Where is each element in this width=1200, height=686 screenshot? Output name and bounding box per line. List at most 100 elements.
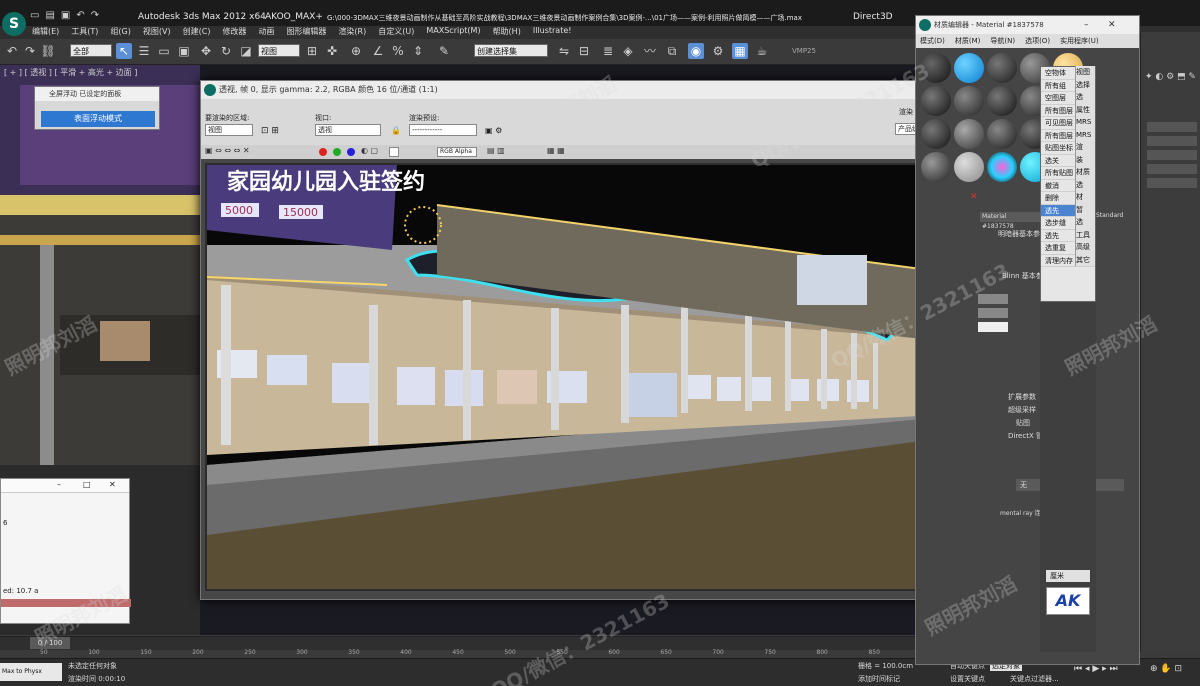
float-mode-button[interactable]: 表面浮动模式: [41, 111, 155, 127]
new-file-icon[interactable]: ▭: [30, 10, 39, 21]
align-icon[interactable]: ⊟: [576, 43, 592, 59]
menu-animation[interactable]: 动画: [258, 26, 274, 39]
menu-modifiers[interactable]: 修改器: [222, 26, 246, 39]
select-by-name-icon[interactable]: ☰: [136, 43, 152, 59]
save-image-icon[interactable]: ▣ ⇔ ⇔ ⇔ ✕: [205, 146, 250, 155]
menu-item[interactable]: 暂: [1076, 204, 1095, 217]
time-slider-handle[interactable]: 0 / 100: [30, 637, 70, 649]
menu-illustrate[interactable]: Illustrate!: [533, 26, 572, 39]
rendered-frame-icon[interactable]: ▦: [732, 43, 748, 59]
layer-manager-icon[interactable]: ≣: [600, 43, 616, 59]
blue-channel-icon[interactable]: [347, 148, 355, 156]
menu-item[interactable]: 属性: [1076, 104, 1095, 117]
undo-icon[interactable]: ↶: [76, 10, 84, 21]
edit-named-sets-icon[interactable]: ✎: [436, 43, 452, 59]
diffuse-color-swatch[interactable]: [978, 308, 1008, 318]
menu-group[interactable]: 组(G): [110, 26, 130, 39]
maximize-icon[interactable]: □: [83, 480, 91, 489]
delete-material-icon[interactable]: ✕: [970, 192, 978, 202]
lock-icon[interactable]: 🔒: [391, 126, 401, 135]
rectangle-select-icon[interactable]: ▭: [156, 43, 172, 59]
channel-dropdown[interactable]: RGB Alpha: [437, 147, 477, 157]
menu-item[interactable]: 工具: [1076, 229, 1095, 242]
sample-slot[interactable]: [987, 119, 1017, 149]
mat-menu-mode[interactable]: 模式(D): [920, 34, 945, 48]
snap-icon[interactable]: ⊕: [348, 43, 364, 59]
menu-item[interactable]: 渲: [1076, 141, 1095, 154]
open-file-icon[interactable]: ▤: [45, 10, 54, 21]
link-icon[interactable]: ⛓: [40, 43, 56, 59]
extended-params[interactable]: 扩展参数: [1008, 392, 1036, 402]
sample-slot[interactable]: [987, 86, 1017, 116]
rendered-image[interactable]: 家园幼儿园入驻签约 5000 15000: [205, 163, 965, 591]
sample-slot[interactable]: [954, 86, 984, 116]
select-object-icon[interactable]: ↖: [116, 43, 132, 59]
percent-snap-icon[interactable]: %: [390, 43, 406, 59]
sample-slot[interactable]: [954, 152, 984, 182]
command-panel-button[interactable]: [1147, 164, 1197, 174]
render-preset-dropdown[interactable]: ------------: [409, 124, 477, 136]
menu-item[interactable]: 材: [1076, 191, 1095, 204]
key-filters-button[interactable]: 关键点过滤器...: [1010, 674, 1059, 684]
menu-views[interactable]: 视图(V): [143, 26, 171, 39]
mat-menu-utilities[interactable]: 实用程序(U): [1060, 34, 1099, 48]
menu-graph-editors[interactable]: 图形编辑器: [286, 26, 326, 39]
sample-slot[interactable]: [921, 152, 951, 182]
menu-item[interactable]: 其它: [1076, 254, 1095, 267]
reference-coord-dropdown[interactable]: 视图: [258, 44, 300, 57]
add-time-tag[interactable]: 添加时间标记: [858, 674, 900, 684]
select-manipulate-icon[interactable]: ✜: [324, 43, 340, 59]
menu-item[interactable]: 选: [1076, 216, 1095, 229]
area-tool-icon[interactable]: ⊡ ⊞: [261, 126, 279, 136]
green-channel-icon[interactable]: [333, 148, 341, 156]
save-file-icon[interactable]: ▣: [61, 10, 70, 21]
playback-controls-icon[interactable]: ⏮ ◂ ▶ ▸ ⏭: [1074, 664, 1118, 674]
menu-help[interactable]: 帮助(H): [493, 26, 521, 39]
set-key-button[interactable]: 设置关键点: [950, 674, 985, 684]
mono-icon[interactable]: ▤ ▥: [487, 146, 505, 155]
curve-editor-icon[interactable]: 〰: [642, 43, 658, 59]
close-icon[interactable]: ✕: [109, 480, 116, 489]
pivot-icon[interactable]: ⊞: [304, 43, 320, 59]
menu-rendering[interactable]: 渲染(R): [338, 26, 366, 39]
sample-slot[interactable]: [921, 86, 951, 116]
alpha-channel-icon[interactable]: ◐ ▢: [361, 146, 378, 155]
minimize-icon[interactable]: –: [57, 480, 61, 489]
specular-color-swatch[interactable]: [978, 322, 1008, 332]
menu-maxscript[interactable]: MAXScript(M): [426, 26, 480, 39]
move-icon[interactable]: ✥: [198, 43, 214, 59]
redo-icon[interactable]: ↷: [91, 10, 99, 21]
graphite-icon[interactable]: ◈: [620, 43, 636, 59]
angle-snap-icon[interactable]: ∠: [370, 43, 386, 59]
trackbar[interactable]: 50 100 150 200 250 300 350 400 450 500 5…: [0, 649, 1040, 658]
unit-dropdown[interactable]: 厘米: [1046, 570, 1090, 582]
menu-item[interactable]: 视图: [1076, 66, 1095, 79]
mat-menu-navigation[interactable]: 导航(N): [990, 34, 1015, 48]
menu-create[interactable]: 创建(C): [183, 26, 211, 39]
menu-tools[interactable]: 工具(T): [71, 26, 98, 39]
redo-icon[interactable]: ↷: [22, 43, 38, 59]
undo-icon[interactable]: ↶: [4, 43, 20, 59]
spinner-snap-icon[interactable]: ⇕: [410, 43, 426, 59]
sample-slot[interactable]: [987, 53, 1017, 83]
render-area-dropdown[interactable]: 视图: [205, 124, 253, 136]
minimize-icon[interactable]: –: [1084, 16, 1089, 34]
supersampling-params[interactable]: 超级采样: [1008, 405, 1036, 415]
command-panel-button[interactable]: [1147, 122, 1197, 132]
menu-item[interactable]: 高级: [1076, 241, 1095, 254]
maps-params[interactable]: 贴图: [1016, 418, 1030, 428]
mirror-icon[interactable]: ⇋: [556, 43, 572, 59]
menu-item[interactable]: MRS: [1076, 116, 1095, 129]
sample-slot[interactable]: [954, 119, 984, 149]
material-name-field[interactable]: Material #1837578: [980, 212, 1040, 230]
mat-menu-options[interactable]: 选项(O): [1025, 34, 1050, 48]
menu-item[interactable]: 材质: [1076, 166, 1095, 179]
scale-icon[interactable]: ◪: [238, 43, 254, 59]
render-setup-icon[interactable]: ▣ ⚙: [485, 126, 502, 135]
command-panel-button[interactable]: [1147, 150, 1197, 160]
mat-menu-material[interactable]: 材质(M): [955, 34, 981, 48]
time-slider[interactable]: 0 / 100: [0, 636, 1040, 650]
sample-slot[interactable]: [954, 53, 984, 83]
maxscript-mini-listener[interactable]: Max to Physx: [0, 663, 62, 681]
viewport-label[interactable]: [ + ] [ 透视 ] [ 平滑 + 高光 + 边面 ]: [4, 67, 137, 78]
